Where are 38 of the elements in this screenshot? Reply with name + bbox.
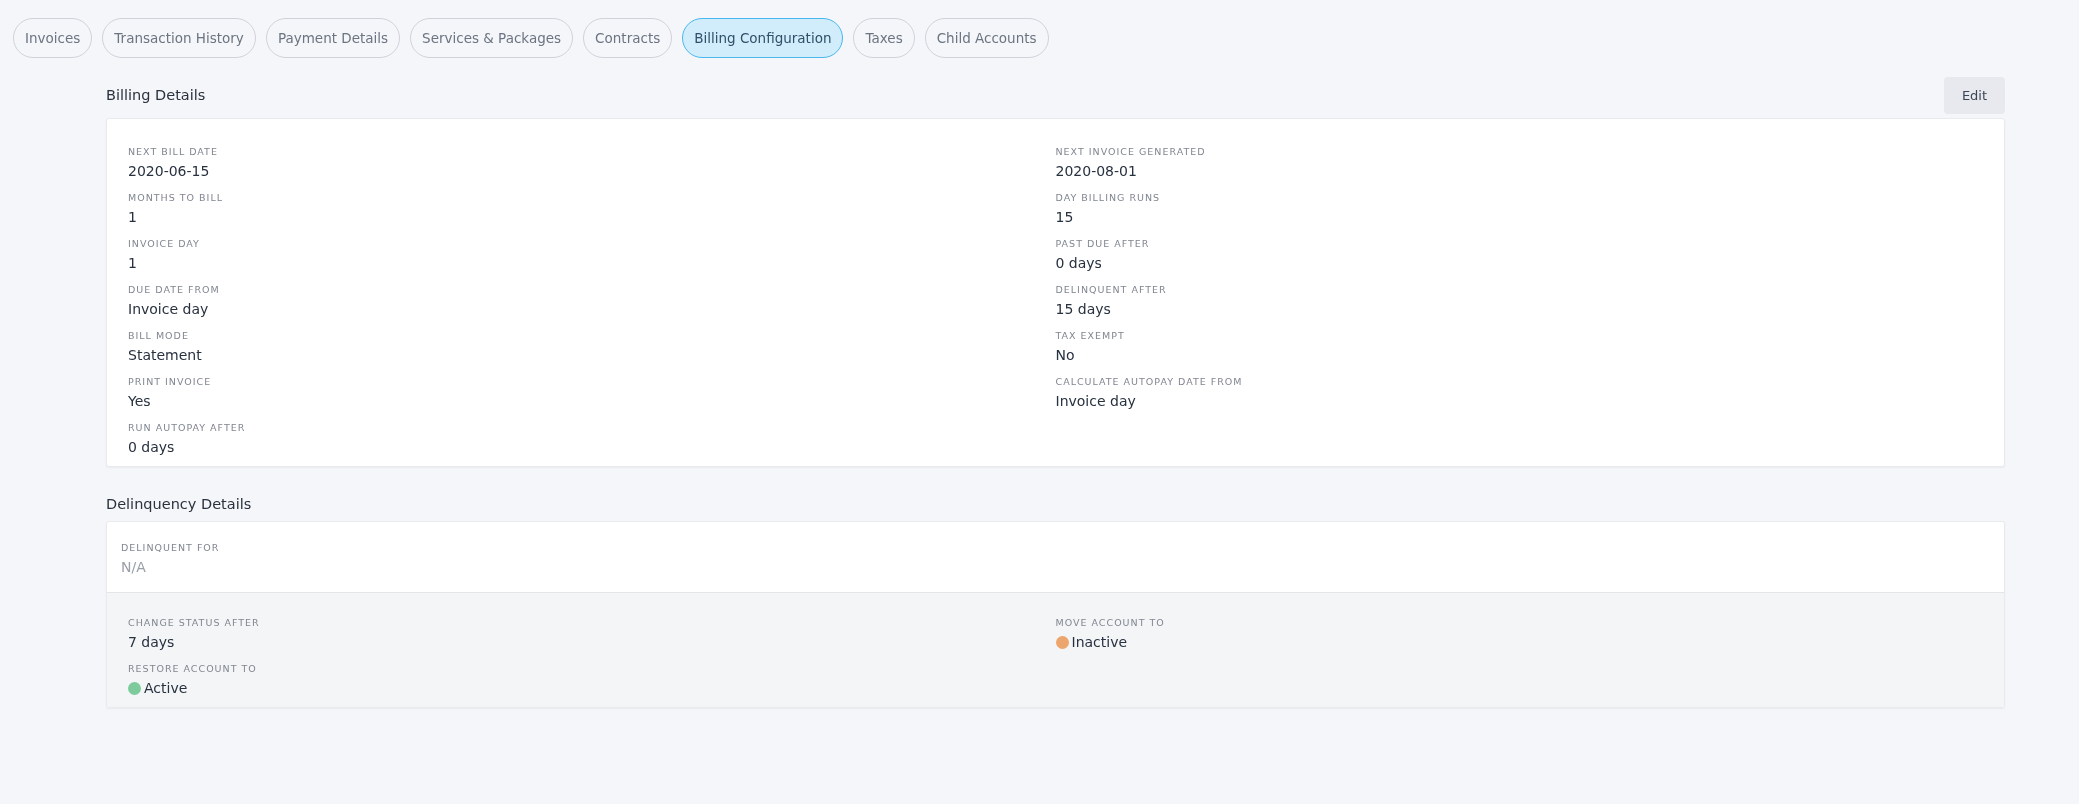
field-value: Active <box>144 680 188 696</box>
field-label: MOVE ACCOUNT TO <box>1055 617 1165 628</box>
field-label: NEXT BILL DATE <box>128 146 218 157</box>
field-label: CALCULATE AUTOPAY DATE FROM <box>1055 376 1243 387</box>
section-title: Delinquency Details <box>106 496 252 512</box>
field-value: Yes <box>128 393 151 409</box>
field-label: PAST DUE AFTER <box>1055 238 1150 249</box>
field-value: Statement <box>128 347 202 363</box>
field-label: DELINQUENT FOR <box>121 542 220 553</box>
field-value: 1 <box>128 209 137 225</box>
field-label: PRINT INVOICE <box>128 376 212 387</box>
field-label: RUN AUTOPAY AFTER <box>128 422 246 433</box>
field-value: 7 days <box>128 634 175 650</box>
field-label: INVOICE DAY <box>128 238 200 249</box>
field-label: DUE DATE FROM <box>128 284 220 295</box>
tab[interactable]: Billing Configuration <box>682 18 844 58</box>
field-label: CHANGE STATUS AFTER <box>128 617 260 628</box>
field-value: 0 days <box>1055 255 1102 271</box>
field-value: 0 days <box>128 439 175 455</box>
field-value: No <box>1055 347 1075 363</box>
field-label: MONTHS TO BILL <box>128 192 223 203</box>
field-value: N/A <box>121 559 146 575</box>
section-title: Billing Details <box>106 87 206 103</box>
field-label: NEXT INVOICE GENERATED <box>1055 146 1206 157</box>
edit-button[interactable]: Edit <box>1944 76 2005 114</box>
field-label: TAX EXEMPT <box>1055 330 1125 341</box>
field-value: 15 days <box>1055 301 1111 317</box>
field-value: 2020-06-15 <box>128 163 210 179</box>
field-value: Invoice day <box>1055 393 1136 409</box>
field-value: 15 <box>1055 209 1074 225</box>
field-label: BILL MODE <box>128 330 189 341</box>
field-label: DELINQUENT AFTER <box>1055 284 1167 295</box>
field-value: 2020-08-01 <box>1055 163 1137 179</box>
field-label: DAY BILLING RUNS <box>1055 192 1161 203</box>
field-value: 1 <box>128 255 137 271</box>
field-label: RESTORE ACCOUNT TO <box>128 663 257 674</box>
field-value: Invoice day <box>128 301 209 317</box>
field-value: Inactive <box>1071 634 1128 650</box>
